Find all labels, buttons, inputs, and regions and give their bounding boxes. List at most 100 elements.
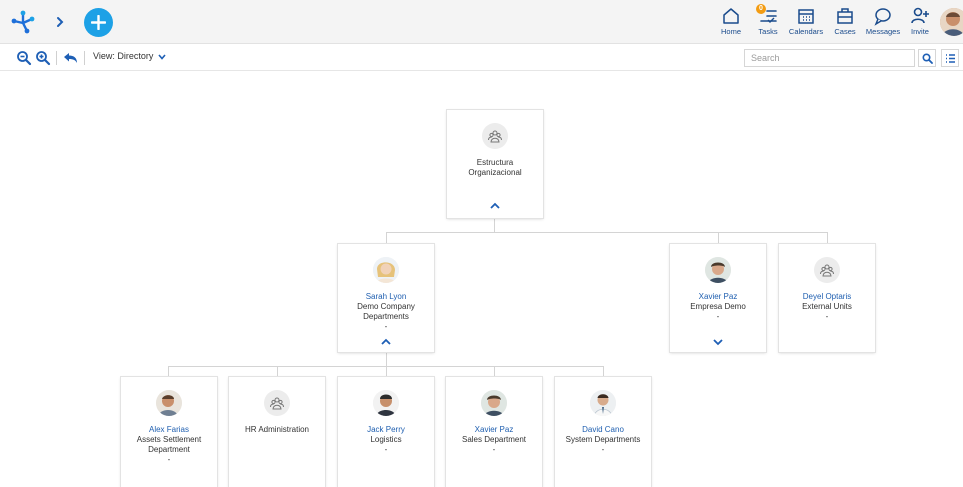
org-card-deyel-optaris[interactable]: Deyel Optaris External Units - bbox=[779, 244, 875, 352]
nav-cases[interactable]: Cases bbox=[832, 4, 858, 42]
connector-line bbox=[494, 366, 495, 377]
org-card-name: Xavier Paz bbox=[698, 292, 738, 301]
plus-icon bbox=[91, 15, 106, 30]
person-photo-icon bbox=[373, 390, 399, 416]
nav-home-label: Home bbox=[720, 27, 741, 36]
nav-calendars[interactable]: Calendars bbox=[788, 4, 824, 42]
expand-chevron-down-icon[interactable] bbox=[710, 336, 726, 348]
org-card-extra: - bbox=[384, 322, 388, 331]
search-input[interactable] bbox=[744, 49, 915, 67]
org-unit-avatar bbox=[482, 123, 508, 149]
org-chart-canvas: Estructura Organizacional Sarah Lyon Dem… bbox=[0, 72, 963, 487]
connector-line bbox=[386, 232, 387, 244]
connector-line bbox=[386, 352, 387, 366]
person-avatar bbox=[481, 390, 507, 416]
org-card-department: Sales Department bbox=[461, 435, 527, 444]
org-card-extra: - bbox=[492, 445, 496, 454]
org-card-alex-farias[interactable]: Alex Farias Assets Settlement Department… bbox=[121, 377, 217, 487]
app-logo-icon[interactable] bbox=[10, 10, 36, 34]
connector-line bbox=[718, 232, 719, 244]
nav-messages[interactable]: Messages bbox=[864, 4, 902, 42]
nav-cases-label: Cases bbox=[834, 27, 856, 36]
toolbar-divider bbox=[56, 51, 57, 65]
org-card-extra: - bbox=[601, 445, 605, 454]
zoom-out-icon[interactable] bbox=[16, 50, 32, 66]
connector-line bbox=[386, 366, 387, 377]
person-photo-icon bbox=[156, 390, 182, 416]
org-card-name: Sarah Lyon bbox=[365, 292, 407, 301]
person-photo-icon bbox=[481, 390, 507, 416]
person-avatar bbox=[705, 257, 731, 283]
org-card-department: System Departments bbox=[565, 435, 641, 444]
org-card-name: Xavier Paz bbox=[474, 425, 514, 434]
user-profile-avatar[interactable] bbox=[940, 8, 963, 36]
org-card-extra: - bbox=[384, 445, 388, 454]
org-card-sarah-lyon[interactable]: Sarah Lyon Demo Company Departments - bbox=[338, 244, 434, 352]
connector-line bbox=[168, 366, 169, 377]
collapse-chevron-up-icon[interactable] bbox=[378, 336, 394, 348]
nav-messages-label: Messages bbox=[865, 27, 901, 36]
person-avatar bbox=[373, 257, 399, 283]
group-icon bbox=[488, 130, 502, 143]
org-card-extra: - bbox=[825, 312, 829, 321]
org-unit-avatar bbox=[814, 257, 840, 283]
org-card-root[interactable]: Estructura Organizacional bbox=[447, 110, 543, 218]
person-avatar bbox=[156, 390, 182, 416]
org-card-department: Logistics bbox=[370, 435, 402, 444]
org-card-name: David Cano bbox=[582, 425, 624, 434]
nav-tasks[interactable]: 0 Tasks bbox=[754, 4, 782, 42]
connector-line bbox=[603, 366, 604, 377]
group-icon bbox=[270, 397, 284, 410]
zoom-in-icon[interactable] bbox=[35, 50, 51, 66]
tasks-count-badge: 0 bbox=[756, 4, 766, 14]
search-button[interactable] bbox=[918, 49, 936, 67]
connector-line bbox=[277, 366, 278, 377]
org-card-name: Alex Farias bbox=[148, 425, 189, 434]
group-icon bbox=[820, 264, 834, 277]
add-user-icon bbox=[911, 7, 929, 24]
nav-invite-label: Invite bbox=[911, 27, 929, 36]
person-photo-icon bbox=[705, 257, 731, 283]
org-card-department: Assets Settlement Department bbox=[136, 435, 202, 454]
view-selector-dropdown[interactable]: View: Directory bbox=[93, 51, 166, 61]
calendar-icon bbox=[798, 9, 814, 24]
nav-invite[interactable]: Invite bbox=[908, 4, 932, 42]
connector-line bbox=[827, 232, 828, 244]
org-card-department: External Units bbox=[802, 302, 852, 311]
connector-line bbox=[494, 218, 495, 232]
org-card-name: HR Administration bbox=[244, 425, 310, 434]
person-photo-icon bbox=[590, 390, 616, 416]
org-card-name: Deyel Optaris bbox=[802, 292, 852, 301]
undo-all-icon[interactable] bbox=[63, 50, 79, 66]
expand-menu-chevron-icon[interactable] bbox=[53, 12, 67, 32]
person-photo-icon bbox=[373, 257, 399, 283]
nav-home[interactable]: Home bbox=[718, 4, 744, 42]
org-card-hr-administration[interactable]: HR Administration bbox=[229, 377, 325, 487]
nav-calendars-label: Calendars bbox=[788, 27, 824, 36]
top-navigation-bar: Home 0 Tasks Calendars Cases Messages In… bbox=[0, 0, 963, 44]
search-icon bbox=[922, 53, 933, 64]
person-avatar bbox=[373, 390, 399, 416]
org-card-xavier-paz-sales[interactable]: Xavier Paz Sales Department - bbox=[446, 377, 542, 487]
briefcase-icon bbox=[837, 8, 853, 24]
org-card-xavier-paz[interactable]: Xavier Paz Empresa Demo - bbox=[670, 244, 766, 352]
org-card-jack-perry[interactable]: Jack Perry Logistics - bbox=[338, 377, 434, 487]
chat-bubble-icon bbox=[874, 8, 891, 26]
org-card-extra: - bbox=[167, 455, 171, 464]
connector-line bbox=[386, 232, 828, 233]
org-card-name: Estructura Organizacional bbox=[468, 158, 522, 177]
nav-tasks-label: Tasks bbox=[758, 27, 778, 36]
org-card-department: Demo Company Departments bbox=[357, 302, 415, 321]
org-card-david-cano[interactable]: David Cano System Departments - bbox=[555, 377, 651, 487]
user-photo-icon bbox=[940, 8, 963, 36]
collapse-chevron-up-icon[interactable] bbox=[487, 200, 503, 212]
person-avatar bbox=[590, 390, 616, 416]
org-card-extra: - bbox=[716, 312, 720, 321]
list-icon bbox=[946, 54, 955, 63]
org-card-department: Empresa Demo bbox=[690, 302, 746, 311]
view-selector-label: View: Directory bbox=[93, 51, 154, 61]
home-icon bbox=[723, 8, 739, 24]
list-view-button[interactable] bbox=[941, 49, 959, 67]
org-unit-avatar bbox=[264, 390, 290, 416]
add-new-button[interactable] bbox=[84, 8, 113, 37]
